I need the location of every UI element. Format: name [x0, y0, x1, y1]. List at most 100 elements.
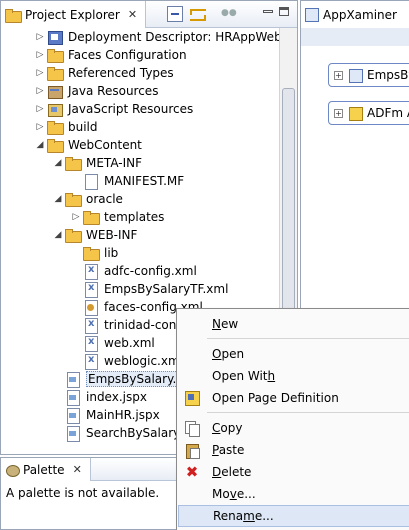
tree-item-label: trinidad-confi	[104, 318, 184, 332]
project-explorer-tabbar: Project Explorer ✕	[1, 1, 297, 28]
view-menu-icon[interactable]	[221, 6, 237, 22]
jsp-file-icon	[65, 390, 81, 406]
menu-item-label: Open	[212, 347, 245, 361]
expand-arrow-icon[interactable]: ▷	[33, 50, 47, 60]
appxaminer-node[interactable]: + ADFm A	[328, 101, 409, 125]
tree-item[interactable]: MANIFEST.MF	[69, 172, 184, 190]
paste-icon	[184, 442, 200, 459]
delete-icon: ✖	[185, 463, 199, 481]
menu-item-open[interactable]: Open	[178, 343, 409, 365]
collapse-arrow-icon[interactable]: ◢	[33, 140, 47, 150]
tree-item[interactable]: trinidad-confi	[69, 316, 184, 334]
collapse-arrow-icon[interactable]: ◢	[51, 194, 65, 204]
tree-item[interactable]: index.jspx	[51, 388, 147, 406]
tree-item[interactable]: ▷ Faces Configuration	[33, 46, 187, 64]
tree-item[interactable]: ▷ build	[33, 118, 98, 136]
close-icon[interactable]: ✕	[128, 8, 137, 21]
collapse-all-icon[interactable]	[167, 6, 183, 22]
tree-item-label: lib	[104, 246, 119, 260]
tab-appxaminer[interactable]: AppXaminer	[301, 1, 409, 28]
tree-item-label: Referenced Types	[68, 66, 174, 80]
menu-item-open-with[interactable]: Open With	[178, 365, 409, 387]
tree-item[interactable]: ▷ JavaScript Resources	[33, 100, 193, 118]
tree-item[interactable]: ◢ WebContent	[33, 136, 142, 154]
expand-arrow-icon[interactable]: ▷	[33, 122, 47, 132]
folder-icon	[65, 192, 82, 207]
maximize-icon[interactable]	[279, 7, 289, 16]
project-explorer-icon	[5, 8, 22, 23]
tree-item[interactable]: lib	[69, 244, 118, 262]
palette-message: A palette is not available.	[6, 486, 160, 500]
flow-icon	[348, 68, 363, 83]
tree-item-label: Faces Configuration	[68, 48, 187, 62]
tree-item-label: META-INF	[86, 156, 143, 170]
menu-item-open-page-definition[interactable]: Open Page Definition	[178, 387, 409, 409]
tree-item[interactable]: ▷ Java Resources	[33, 82, 158, 100]
folder-icon	[47, 48, 64, 63]
tree-item-label: index.jspx	[86, 390, 147, 404]
appxaminer-node-label: ADFm A	[367, 106, 409, 120]
expand-arrow-icon[interactable]: ▷	[33, 32, 47, 42]
menu-item-label: Open With	[212, 369, 276, 383]
tab-project-explorer[interactable]: Project Explorer ✕	[1, 1, 147, 28]
folder-icon	[65, 228, 82, 243]
tree-item[interactable]: SearchBySalary.jsf	[51, 424, 196, 442]
minimize-icon[interactable]	[263, 10, 273, 13]
tree-item-label: weblogic.xml	[104, 354, 183, 368]
tree-item-label: templates	[104, 210, 165, 224]
expand-arrow-icon[interactable]: ▷	[33, 86, 47, 96]
folder-icon	[65, 156, 82, 171]
menu-item-label: Move...	[212, 487, 256, 501]
expand-arrow-icon[interactable]: ▷	[33, 104, 47, 114]
tree-item[interactable]: ◢ WEB-INF	[51, 226, 137, 244]
link-with-editor-icon[interactable]	[189, 6, 206, 22]
menu-item-label: Copy	[212, 421, 243, 435]
tree-item[interactable]: ▷ Deployment Descriptor: HRAppWeb	[33, 28, 282, 46]
menu-item-new[interactable]: New	[178, 313, 409, 335]
menu-item-label: Delete	[212, 465, 252, 479]
menu-item-rename[interactable]: Rename...	[178, 505, 409, 527]
tree-item[interactable]: weblogic.xml	[69, 352, 183, 370]
copy-icon	[184, 420, 200, 437]
page-definition-icon	[184, 390, 200, 406]
tree-item[interactable]: adfc-config.xml	[69, 262, 197, 280]
tree-item[interactable]: EmpsBySalaryTF.xml	[69, 280, 228, 298]
expand-icon[interactable]: +	[334, 108, 343, 118]
folder-icon	[47, 66, 64, 81]
tab-palette[interactable]: Palette ✕	[1, 458, 91, 481]
menu-item-label: Rename...	[213, 509, 274, 523]
xml-file-icon	[83, 318, 99, 334]
tree-item-label: JavaScript Resources	[68, 102, 194, 116]
expand-arrow-icon[interactable]: ▷	[69, 212, 83, 222]
menu-separator	[207, 412, 409, 413]
deployment-descriptor-icon	[47, 30, 63, 45]
expand-arrow-icon[interactable]: ▷	[33, 68, 47, 78]
xml-file-icon	[83, 336, 99, 352]
tree-item[interactable]: web.xml	[69, 334, 155, 352]
appxaminer-tabbar: AppXaminer	[301, 1, 409, 28]
tree-item[interactable]: MainHR.jspx	[51, 406, 160, 424]
folder-icon	[47, 138, 64, 153]
xml-file-icon	[83, 264, 99, 280]
folder-icon	[83, 210, 100, 225]
menu-item-delete[interactable]: ✖ Delete	[178, 461, 409, 483]
expand-icon[interactable]: +	[334, 70, 343, 80]
collapse-arrow-icon[interactable]: ◢	[51, 230, 65, 240]
page-definition-icon	[348, 106, 363, 121]
collapse-arrow-icon[interactable]: ◢	[51, 158, 65, 168]
appxaminer-node[interactable]: + EmpsBy	[328, 63, 409, 87]
menu-item-move[interactable]: Move...	[178, 483, 409, 505]
appxaminer-node-label: EmpsBy	[367, 68, 409, 82]
menu-item-paste[interactable]: Paste	[178, 439, 409, 461]
tree-item[interactable]: ▷ Referenced Types	[33, 64, 174, 82]
tree-item[interactable]: ◢ oracle	[51, 190, 123, 208]
jsp-file-icon	[65, 372, 81, 388]
tree-item-label: Java Resources	[68, 84, 159, 98]
menu-item-copy[interactable]: Copy	[178, 417, 409, 439]
tree-item[interactable]: ▷ templates	[69, 208, 164, 226]
close-icon[interactable]: ✕	[73, 463, 82, 476]
menu-item-label: Open Page Definition	[212, 391, 339, 405]
tree-item[interactable]: EmpsBySalary.jsff	[51, 370, 197, 388]
tree-item-label: MainHR.jspx	[86, 408, 160, 422]
tree-item[interactable]: ◢ META-INF	[51, 154, 142, 172]
